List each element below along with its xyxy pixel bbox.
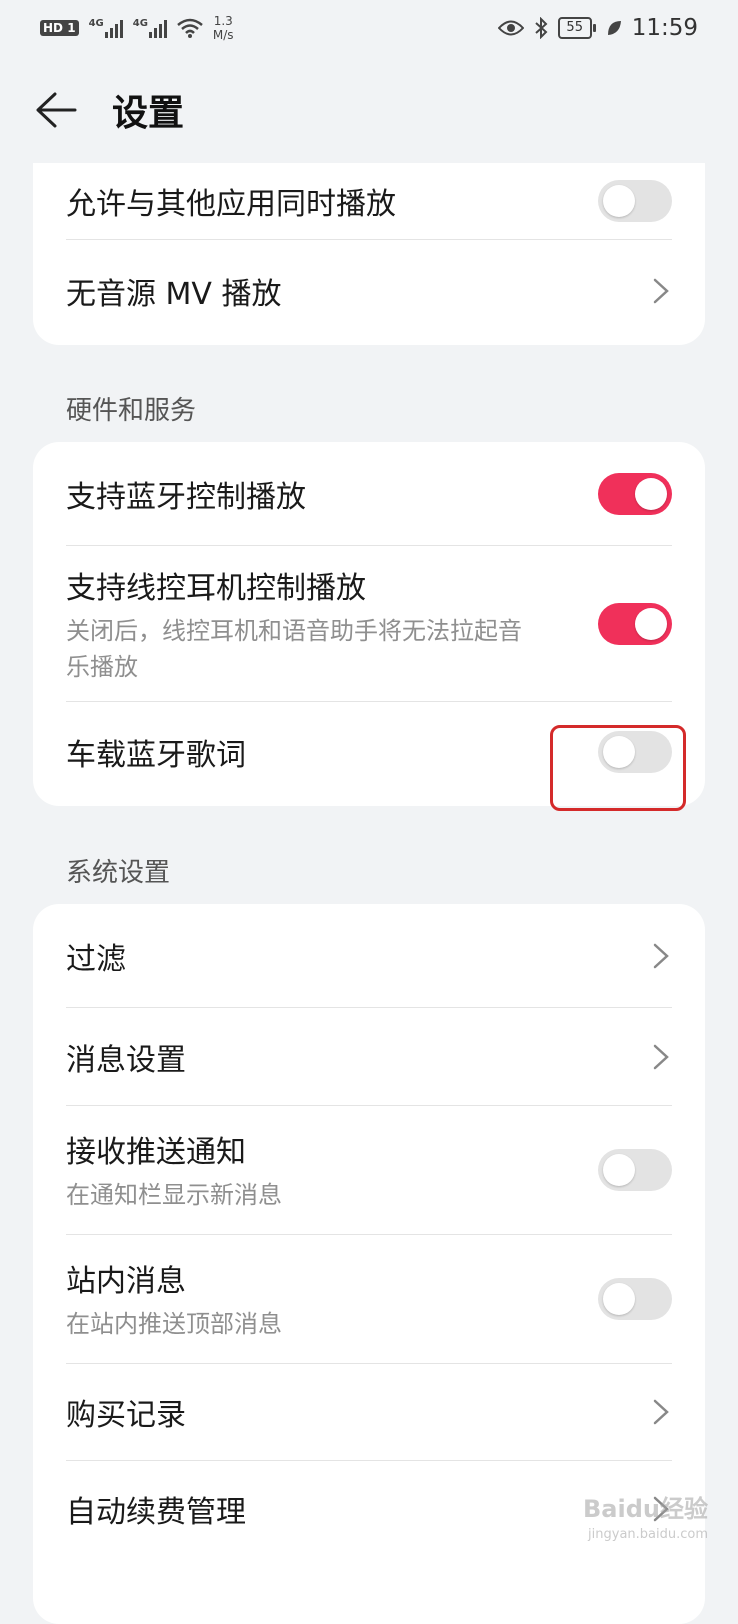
chevron-right-icon: [650, 1397, 672, 1427]
toggle-knob: [603, 1283, 635, 1315]
eye-icon: [497, 20, 524, 36]
battery-icon: 55: [557, 17, 596, 39]
setting-row-car-lyrics[interactable]: 车载蓝牙歌词: [66, 702, 672, 802]
hardware-card: 支持蓝牙控制播放 支持线控耳机控制播放 关闭后，线控耳机和语音助手将无法拉起音乐…: [33, 442, 705, 806]
toggle-knob: [635, 477, 667, 510]
chevron-right-icon: [650, 941, 672, 971]
setting-text: 支持线控耳机控制播放 关闭后，线控耳机和语音助手将无法拉起音乐播放: [66, 563, 536, 685]
hd-badge: HD 1: [40, 20, 79, 36]
page-title: 设置: [112, 93, 185, 134]
clock: 11:59: [631, 15, 698, 41]
setting-subtitle: 关闭后，线控耳机和语音助手将无法拉起音乐播放: [66, 616, 522, 681]
status-bar-right: 55 11:59: [497, 15, 698, 41]
toggle-knob: [603, 1154, 635, 1186]
signal-icon-2: 4G: [133, 18, 167, 38]
setting-row-message-settings[interactable]: 消息设置: [66, 1008, 672, 1105]
toggle-wired-headset[interactable]: [598, 602, 672, 645]
setting-row-mv-playback[interactable]: 无音源 MV 播放: [66, 240, 672, 342]
back-button[interactable]: [34, 88, 78, 132]
setting-label: 车载蓝牙歌词: [66, 738, 246, 773]
setting-label: 无音源 MV 播放: [66, 277, 282, 312]
toggle-bluetooth-control[interactable]: [598, 472, 672, 515]
toggle-knob: [635, 607, 667, 640]
setting-label: 消息设置: [66, 1042, 186, 1078]
setting-label: 接收推送通知: [66, 1135, 246, 1170]
setting-row-filter[interactable]: 过滤: [66, 904, 672, 1007]
watermark-text: Baidu经验: [583, 1495, 708, 1523]
setting-label: 站内消息: [66, 1264, 186, 1299]
playback-card: 允许与其他应用同时播放 无音源 MV 播放: [33, 163, 705, 345]
setting-row-wired-headset[interactable]: 支持线控耳机控制播放 关闭后，线控耳机和语音助手将无法拉起音乐播放: [66, 546, 672, 701]
network-speed: 1.3 M/s: [212, 14, 234, 42]
setting-text: 站内消息 在站内推送顶部消息: [66, 1256, 282, 1342]
leaf-icon: [607, 21, 621, 35]
bluetooth-icon: [535, 17, 548, 39]
back-arrow-icon: [36, 92, 77, 128]
setting-label: 支持线控耳机控制播放: [66, 570, 366, 606]
app-header: 设置: [0, 70, 738, 150]
signal-icon-1: 4G: [89, 18, 123, 38]
setting-label: 允许与其他应用同时播放: [66, 187, 396, 222]
setting-label: 购买记录: [66, 1398, 186, 1433]
setting-text: 接收推送通知 在通知栏显示新消息: [66, 1127, 282, 1213]
setting-label: 支持蓝牙控制播放: [66, 479, 306, 515]
setting-label: 过滤: [66, 941, 126, 977]
setting-subtitle: 在通知栏显示新消息: [66, 1181, 282, 1209]
network-type-1: 4G: [88, 18, 104, 29]
setting-row-in-app-messages[interactable]: 站内消息 在站内推送顶部消息: [66, 1235, 672, 1363]
toggle-allow-simultaneous[interactable]: [598, 180, 672, 222]
baidu-watermark: Baidu经验 jingyan.baidu.com: [583, 1496, 708, 1548]
toggle-knob: [603, 185, 635, 217]
setting-label: 自动续费管理: [66, 1495, 246, 1530]
status-bar-left: HD 1 4G 4G 1.3 M/s: [40, 14, 234, 42]
wifi-icon: [177, 18, 203, 38]
chevron-right-icon: [650, 1042, 672, 1072]
setting-row-purchase-history[interactable]: 购买记录: [66, 1364, 672, 1460]
toggle-knob: [603, 736, 635, 768]
toggle-push-notifications[interactable]: [598, 1149, 672, 1191]
section-title-hardware: 硬件和服务: [66, 396, 197, 426]
setting-subtitle: 在站内推送顶部消息: [66, 1310, 282, 1338]
battery-level: 55: [557, 17, 592, 39]
status-bar: HD 1 4G 4G 1.3 M/s 55 11:59: [0, 0, 738, 56]
watermark-url: jingyan.baidu.com: [588, 1527, 708, 1542]
section-title-system: 系统设置: [66, 858, 171, 888]
setting-row-bluetooth-control[interactable]: 支持蓝牙控制播放: [66, 442, 672, 545]
setting-row-push-notifications[interactable]: 接收推送通知 在通知栏显示新消息: [66, 1106, 672, 1234]
toggle-car-lyrics[interactable]: [598, 731, 672, 773]
setting-row-allow-simultaneous[interactable]: 允许与其他应用同时播放: [66, 163, 672, 239]
network-type-2: 4G: [132, 18, 148, 29]
chevron-right-icon: [650, 276, 672, 306]
setting-row-auto-renewal[interactable]: 自动续费管理: [66, 1461, 672, 1557]
toggle-in-app-messages[interactable]: [598, 1278, 672, 1320]
